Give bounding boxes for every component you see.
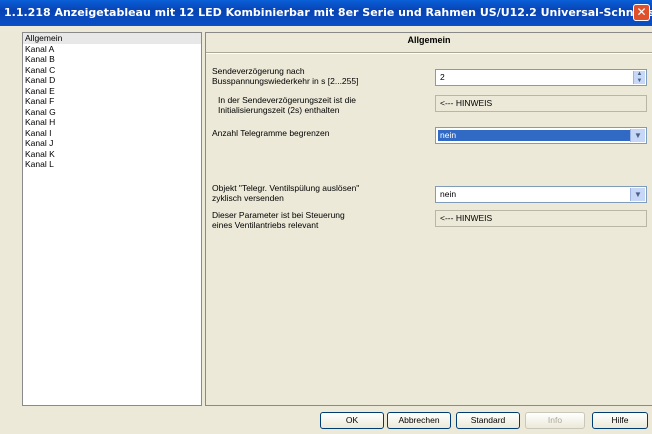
sidebar-item-allgemein[interactable]: Allgemein xyxy=(23,33,201,44)
hinweis2-label-line2: eines Ventilantriebs relevant xyxy=(212,219,319,230)
sidebar-item-kanal-c[interactable]: Kanal C xyxy=(23,65,201,76)
sidebar-item-kanal-d[interactable]: Kanal D xyxy=(23,75,201,86)
ventilspuelung-label: Objekt "Telegr. Ventilspülung auslösen" … xyxy=(212,183,412,203)
parameter-panel: Allgemein Sendeverzögerung nach Busspann… xyxy=(205,32,652,406)
sidebar-item-kanal-b[interactable]: Kanal B xyxy=(23,54,201,65)
hinweis1-label: In der Sendeverzögerungszeit ist die Ini… xyxy=(218,95,418,115)
spin-down-icon[interactable]: ▼ xyxy=(634,78,645,85)
sidebar-item-kanal-j[interactable]: Kanal J xyxy=(23,138,201,149)
ok-button[interactable]: OK xyxy=(320,412,384,429)
dialog-client-area: Allgemein Kanal A Kanal B Kanal C Kanal … xyxy=(0,26,652,434)
sidebar-item-kanal-k[interactable]: Kanal K xyxy=(23,149,201,160)
info-button: Info xyxy=(525,412,585,429)
ventilspuelung-select[interactable]: nein ▼ xyxy=(435,186,647,203)
help-button[interactable]: Hilfe xyxy=(592,412,648,429)
hinweis2-label: Dieser Parameter ist bei Steuerung eines… xyxy=(212,210,412,230)
sendeverzoegerung-spinbox[interactable]: 2 ▲ ▼ xyxy=(435,69,647,86)
sendeverzoegerung-label: Sendeverzögerung nach Busspannungswieder… xyxy=(212,66,412,86)
chevron-down-icon[interactable]: ▼ xyxy=(630,129,645,142)
sidebar-item-kanal-l[interactable]: Kanal L xyxy=(23,159,201,170)
cancel-button[interactable]: Abbrechen xyxy=(387,412,451,429)
sidebar-item-kanal-g[interactable]: Kanal G xyxy=(23,107,201,118)
channel-list[interactable]: Allgemein Kanal A Kanal B Kanal C Kanal … xyxy=(22,32,202,406)
sidebar-item-kanal-e[interactable]: Kanal E xyxy=(23,86,201,97)
chevron-down-icon[interactable]: ▼ xyxy=(630,188,645,201)
hinweis1-field: <--- HINWEIS xyxy=(435,95,647,112)
close-icon[interactable]: ✕ xyxy=(633,4,650,21)
ventilspuelung-label-line2: zyklisch versenden xyxy=(212,192,284,203)
hinweis1-label-line2: Initialisierungszeit (2s) enthalten xyxy=(218,104,340,115)
panel-title: Allgemein xyxy=(407,35,451,45)
spin-buttons[interactable]: ▲ ▼ xyxy=(633,71,645,84)
telegramme-select[interactable]: nein ▼ xyxy=(435,127,647,144)
sendeverzoegerung-value: 2 xyxy=(440,72,445,82)
sendeverzoegerung-label-line2: Busspannungswiederkehr in s [2...255] xyxy=(212,75,359,86)
standard-button[interactable]: Standard xyxy=(456,412,520,429)
title-separator xyxy=(206,52,652,54)
sidebar-item-kanal-a[interactable]: Kanal A xyxy=(23,44,201,55)
sidebar-item-kanal-h[interactable]: Kanal H xyxy=(23,117,201,128)
window-titlebar: 1.1.218 Anzeigetableau mit 12 LED Kombin… xyxy=(0,0,652,26)
sidebar-item-kanal-i[interactable]: Kanal I xyxy=(23,128,201,139)
hinweis2-field: <--- HINWEIS xyxy=(435,210,647,227)
telegramme-label: Anzahl Telegramme begrenzen xyxy=(212,128,330,138)
telegramme-value: nein xyxy=(438,130,630,141)
ventilspuelung-value: nein xyxy=(440,189,457,199)
sidebar-item-kanal-f[interactable]: Kanal F xyxy=(23,96,201,107)
window-title: 1.1.218 Anzeigetableau mit 12 LED Kombin… xyxy=(4,6,652,19)
